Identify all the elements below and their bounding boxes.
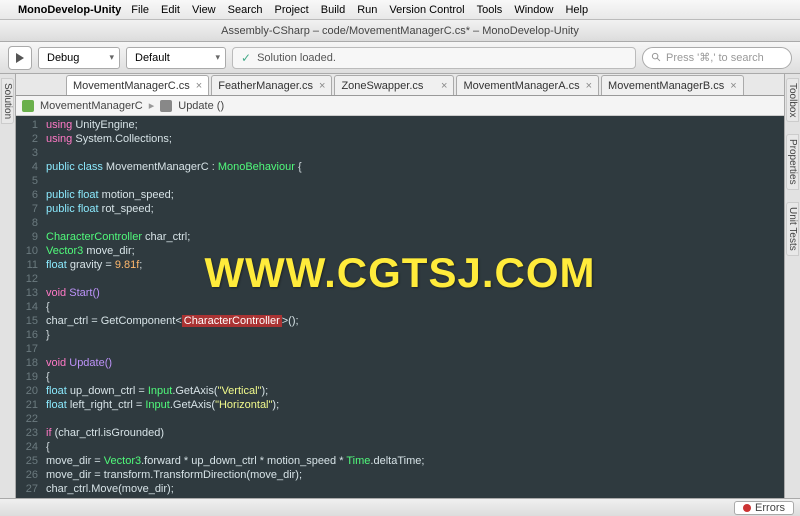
tab-movementmanagera[interactable]: MovementManagerA.cs× xyxy=(456,75,599,95)
search-placeholder: Press '⌘,' to search xyxy=(666,51,764,64)
main-area: Solution MovementManagerC.cs× FeatherMan… xyxy=(0,74,800,498)
window-title: Assembly-CSharp – code/MovementManagerC.… xyxy=(221,25,579,37)
menu-run[interactable]: Run xyxy=(357,4,377,16)
menu-search[interactable]: Search xyxy=(228,4,263,16)
chevron-right-icon: ▸ xyxy=(149,99,155,112)
file-tabs: MovementManagerC.cs× FeatherManager.cs× … xyxy=(16,74,784,96)
menu-window[interactable]: Window xyxy=(514,4,553,16)
error-dot-icon xyxy=(743,504,751,512)
run-button[interactable] xyxy=(8,46,32,70)
toolbar: Debug Default ✓ Solution loaded. Press '… xyxy=(0,42,800,74)
status-display: ✓ Solution loaded. xyxy=(232,47,636,69)
close-icon[interactable]: × xyxy=(319,80,325,92)
statusbar: Errors xyxy=(0,498,800,516)
close-icon[interactable]: × xyxy=(441,80,447,92)
tab-movementmanagerb[interactable]: MovementManagerB.cs× xyxy=(601,75,744,95)
search-icon xyxy=(651,52,662,63)
close-icon[interactable]: × xyxy=(196,80,202,92)
crumb-method[interactable]: Update () xyxy=(178,100,224,112)
target-dropdown[interactable]: Default xyxy=(126,47,226,69)
breadcrumb: MovementManagerC ▸ Update () xyxy=(16,96,784,116)
tab-zoneswapper[interactable]: ZoneSwapper.cs× xyxy=(334,75,454,95)
method-icon xyxy=(160,100,172,112)
menu-project[interactable]: Project xyxy=(275,4,309,16)
status-text: Solution loaded. xyxy=(257,52,336,64)
tab-feathermanager[interactable]: FeatherManager.cs× xyxy=(211,75,332,95)
crumb-file[interactable]: MovementManagerC xyxy=(40,100,143,112)
menu-tools[interactable]: Tools xyxy=(477,4,503,16)
class-icon xyxy=(22,100,34,112)
toolbox-tab[interactable]: Toolbox xyxy=(786,78,799,122)
center-area: MovementManagerC.cs× FeatherManager.cs× … xyxy=(16,74,784,498)
solution-tab[interactable]: Solution xyxy=(1,78,14,124)
config-dropdown[interactable]: Debug xyxy=(38,47,120,69)
errors-button[interactable]: Errors xyxy=(734,501,794,515)
tab-movementmanagerc[interactable]: MovementManagerC.cs× xyxy=(66,75,209,95)
right-panel: Toolbox Properties Unit Tests xyxy=(784,74,800,498)
play-icon xyxy=(15,53,25,63)
menu-view[interactable]: View xyxy=(192,4,216,16)
menu-build[interactable]: Build xyxy=(321,4,345,16)
code-content[interactable]: using UnityEngine; using System.Collecti… xyxy=(42,116,784,498)
menu-file[interactable]: File xyxy=(131,4,149,16)
check-icon: ✓ xyxy=(241,51,251,65)
code-editor[interactable]: 1234567891011121314151617181920212223242… xyxy=(16,116,784,498)
mac-menubar: MonoDevelop-Unity File Edit View Search … xyxy=(0,0,800,20)
menu-edit[interactable]: Edit xyxy=(161,4,180,16)
left-panel: Solution xyxy=(0,74,16,498)
app-name[interactable]: MonoDevelop-Unity xyxy=(18,4,121,16)
properties-tab[interactable]: Properties xyxy=(786,134,799,190)
menu-version-control[interactable]: Version Control xyxy=(389,4,464,16)
close-icon[interactable]: × xyxy=(586,80,592,92)
window-titlebar: Assembly-CSharp – code/MovementManagerC.… xyxy=(0,20,800,42)
unit-tests-tab[interactable]: Unit Tests xyxy=(786,202,799,256)
search-input[interactable]: Press '⌘,' to search xyxy=(642,47,792,69)
close-icon[interactable]: × xyxy=(730,80,736,92)
menu-help[interactable]: Help xyxy=(565,4,588,16)
line-gutter: 1234567891011121314151617181920212223242… xyxy=(16,116,42,498)
